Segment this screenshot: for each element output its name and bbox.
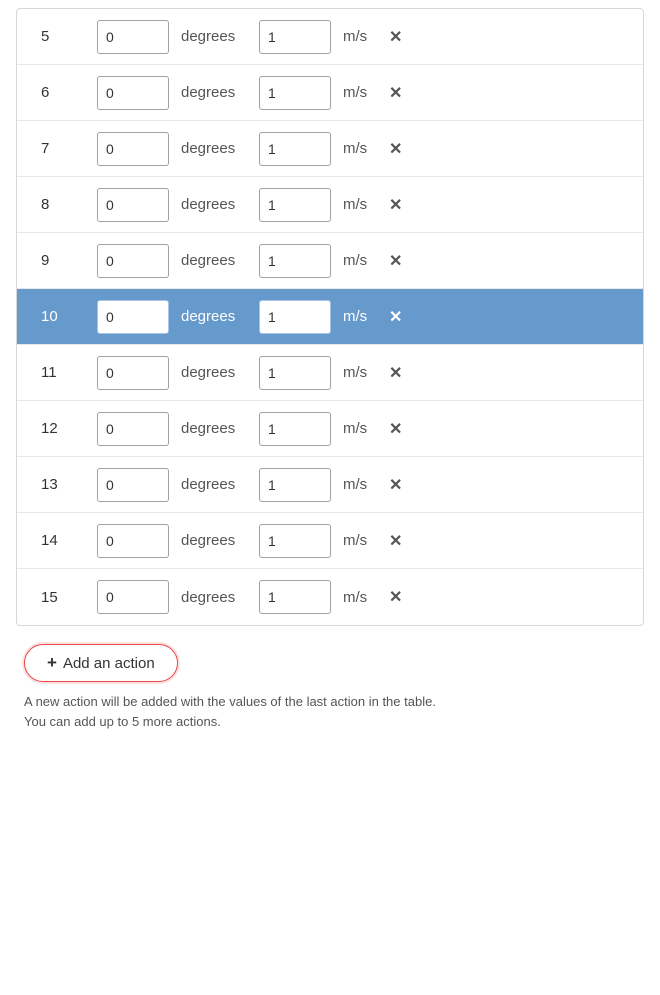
angle-unit-label: degrees bbox=[169, 364, 259, 381]
delete-row-button[interactable]: ✕ bbox=[383, 247, 408, 275]
angle-input[interactable] bbox=[97, 300, 169, 334]
delete-row-button[interactable]: ✕ bbox=[383, 583, 408, 611]
table-row: 8 degrees m/s ✕ bbox=[17, 177, 643, 233]
add-action-hint: A new action will be added with the valu… bbox=[24, 692, 444, 731]
angle-input[interactable] bbox=[97, 132, 169, 166]
delete-row-button[interactable]: ✕ bbox=[383, 527, 408, 555]
speed-input[interactable] bbox=[259, 524, 331, 558]
delete-row-button[interactable]: ✕ bbox=[383, 191, 408, 219]
row-number: 9 bbox=[17, 252, 97, 269]
angle-unit-label: degrees bbox=[169, 140, 259, 157]
angle-unit-label: degrees bbox=[169, 589, 259, 606]
angle-unit-label: degrees bbox=[169, 252, 259, 269]
angle-unit-label: degrees bbox=[169, 28, 259, 45]
speed-input[interactable] bbox=[259, 412, 331, 446]
table-row: 10 degrees m/s ✕ bbox=[17, 289, 643, 345]
angle-unit-label: degrees bbox=[169, 308, 259, 325]
delete-row-button[interactable]: ✕ bbox=[383, 359, 408, 387]
delete-row-button[interactable]: ✕ bbox=[383, 135, 408, 163]
speed-unit-label: m/s bbox=[331, 84, 381, 101]
angle-unit-label: degrees bbox=[169, 420, 259, 437]
actions-table: 5 degrees m/s ✕ 6 degrees m/s ✕ 7 degree… bbox=[16, 8, 644, 626]
add-action-area: + Add an action A new action will be add… bbox=[16, 644, 644, 731]
speed-input[interactable] bbox=[259, 20, 331, 54]
row-number: 11 bbox=[17, 364, 97, 381]
speed-unit-label: m/s bbox=[331, 589, 381, 606]
table-row: 14 degrees m/s ✕ bbox=[17, 513, 643, 569]
plus-icon: + bbox=[47, 653, 57, 673]
angle-input[interactable] bbox=[97, 20, 169, 54]
angle-unit-label: degrees bbox=[169, 476, 259, 493]
angle-input[interactable] bbox=[97, 76, 169, 110]
table-row: 7 degrees m/s ✕ bbox=[17, 121, 643, 177]
add-action-label: Add an action bbox=[63, 655, 155, 672]
angle-input[interactable] bbox=[97, 356, 169, 390]
angle-unit-label: degrees bbox=[169, 532, 259, 549]
angle-unit-label: degrees bbox=[169, 196, 259, 213]
speed-input[interactable] bbox=[259, 356, 331, 390]
angle-input[interactable] bbox=[97, 580, 169, 614]
row-number: 6 bbox=[17, 84, 97, 101]
table-row: 13 degrees m/s ✕ bbox=[17, 457, 643, 513]
delete-row-button[interactable]: ✕ bbox=[383, 415, 408, 443]
speed-input[interactable] bbox=[259, 132, 331, 166]
delete-row-button[interactable]: ✕ bbox=[383, 471, 408, 499]
table-row: 11 degrees m/s ✕ bbox=[17, 345, 643, 401]
speed-unit-label: m/s bbox=[331, 532, 381, 549]
speed-unit-label: m/s bbox=[331, 252, 381, 269]
speed-unit-label: m/s bbox=[331, 140, 381, 157]
speed-unit-label: m/s bbox=[331, 364, 381, 381]
table-row: 6 degrees m/s ✕ bbox=[17, 65, 643, 121]
angle-input[interactable] bbox=[97, 244, 169, 278]
row-number: 8 bbox=[17, 196, 97, 213]
delete-row-button[interactable]: ✕ bbox=[383, 303, 408, 331]
row-number: 12 bbox=[17, 420, 97, 437]
speed-input[interactable] bbox=[259, 76, 331, 110]
delete-row-button[interactable]: ✕ bbox=[383, 23, 408, 51]
speed-input[interactable] bbox=[259, 300, 331, 334]
row-number: 5 bbox=[17, 28, 97, 45]
speed-unit-label: m/s bbox=[331, 308, 381, 325]
add-action-button[interactable]: + Add an action bbox=[24, 644, 178, 682]
row-number: 15 bbox=[17, 589, 97, 606]
table-row: 5 degrees m/s ✕ bbox=[17, 9, 643, 65]
row-number: 10 bbox=[17, 308, 97, 325]
speed-input[interactable] bbox=[259, 468, 331, 502]
speed-input[interactable] bbox=[259, 244, 331, 278]
speed-input[interactable] bbox=[259, 580, 331, 614]
row-number: 13 bbox=[17, 476, 97, 493]
table-row: 12 degrees m/s ✕ bbox=[17, 401, 643, 457]
speed-unit-label: m/s bbox=[331, 420, 381, 437]
row-number: 14 bbox=[17, 532, 97, 549]
speed-input[interactable] bbox=[259, 188, 331, 222]
angle-unit-label: degrees bbox=[169, 84, 259, 101]
speed-unit-label: m/s bbox=[331, 476, 381, 493]
table-row: 9 degrees m/s ✕ bbox=[17, 233, 643, 289]
delete-row-button[interactable]: ✕ bbox=[383, 79, 408, 107]
angle-input[interactable] bbox=[97, 468, 169, 502]
angle-input[interactable] bbox=[97, 188, 169, 222]
speed-unit-label: m/s bbox=[331, 196, 381, 213]
row-number: 7 bbox=[17, 140, 97, 157]
table-row: 15 degrees m/s ✕ bbox=[17, 569, 643, 625]
angle-input[interactable] bbox=[97, 524, 169, 558]
angle-input[interactable] bbox=[97, 412, 169, 446]
speed-unit-label: m/s bbox=[331, 28, 381, 45]
